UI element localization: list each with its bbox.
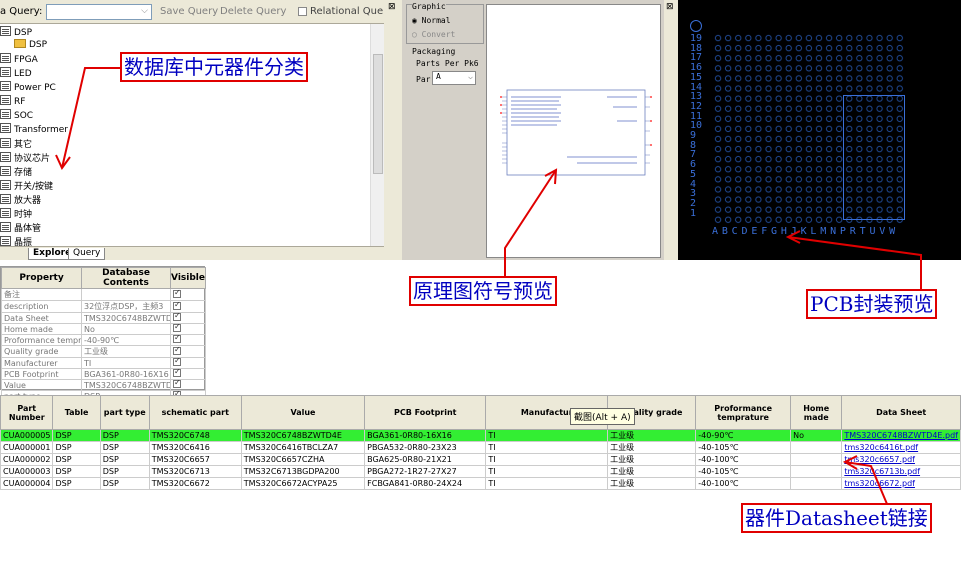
annotation-category: 数据库中元器件分类 <box>120 52 308 82</box>
annotation-pcb: PCB封装预览 <box>806 289 938 319</box>
arrow-line <box>504 169 557 276</box>
arrow-line <box>61 67 122 169</box>
arrow-line <box>844 461 888 505</box>
arrow-line <box>787 236 922 289</box>
annotation-schematic: 原理图符号预览 <box>409 276 557 306</box>
annotation-datasheet: 器件Datasheet链接 <box>741 503 932 533</box>
